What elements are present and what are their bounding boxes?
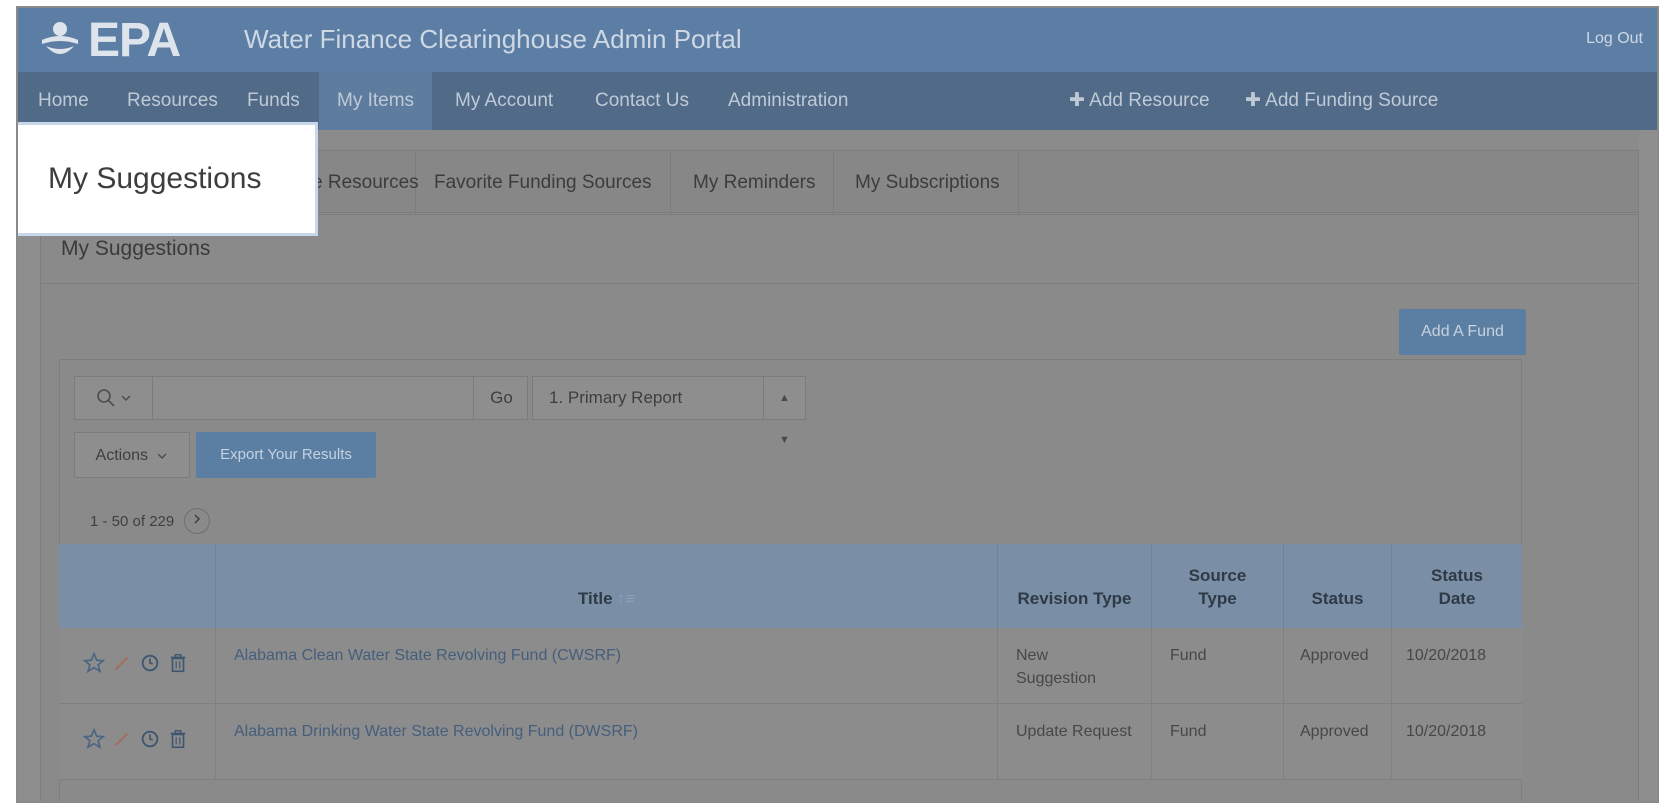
table-header: Title ↑≡ Revision Type Source Type Statu… — [59, 544, 1522, 628]
logo-text: EPA — [88, 13, 181, 67]
actions-label: Actions — [95, 447, 148, 464]
search-icon — [96, 389, 115, 407]
tab-favorite-funding-sources[interactable]: Favorite Funding Sources — [416, 151, 671, 214]
col-header-source-type[interactable]: Source Type — [1152, 544, 1284, 628]
col-header-status-date-line1: Status — [1431, 566, 1483, 585]
trash-icon[interactable] — [167, 652, 189, 674]
row-status-date: 10/20/2018 — [1406, 647, 1487, 664]
col-header-revision-type[interactable]: Revision Type — [998, 544, 1152, 628]
pagination-text: 1 - 50 of 229 — [90, 512, 175, 530]
row-status: Approved — [1284, 704, 1392, 780]
interactive-report: Go 1. Primary Report ▲ ▼ Actions Export Y… — [59, 359, 1522, 801]
next-page-button[interactable] — [184, 508, 211, 534]
chevron-down-icon — [157, 453, 167, 459]
col-header-status-date-line2: Date — [1438, 589, 1476, 608]
app-title: Water Finance Clearinghouse Admin Portal — [244, 24, 742, 54]
epa-flower-icon — [42, 22, 78, 54]
tab-my-reminders[interactable]: My Reminders — [675, 151, 835, 214]
suggestions-region: My Suggestions Add A Fund Go 1. Primary … — [40, 214, 1639, 801]
trash-icon[interactable] — [167, 728, 189, 750]
search-column-selector[interactable] — [75, 377, 153, 419]
highlighted-tab-label: My Suggestions — [48, 162, 262, 195]
table-row: Alabama Drinking Water State Revolving F… — [59, 704, 1522, 780]
col-header-actions — [59, 544, 216, 628]
col-header-title[interactable]: Title ↑≡ — [216, 544, 998, 628]
row-actions — [59, 628, 216, 704]
report-select[interactable]: 1. Primary Report ▲ ▼ — [532, 376, 806, 446]
nav-item-my-items[interactable]: My Items — [319, 72, 433, 130]
add-fund-button[interactable]: Add A Fund — [1399, 309, 1526, 355]
col-header-source-type-line2: Type — [1198, 589, 1237, 608]
row-title-link[interactable]: Alabama Drinking Water State Revolving F… — [216, 704, 998, 780]
nav-item-administration[interactable]: Administration — [728, 72, 848, 130]
row-revision-type-line2: Suggestion — [1016, 670, 1097, 687]
go-button[interactable]: Go — [473, 377, 529, 419]
row-source-type: Fund — [1152, 704, 1284, 780]
actions-menu-button[interactable]: Actions — [74, 432, 190, 478]
pencil-icon[interactable] — [111, 652, 133, 674]
row-source-type: Fund — [1152, 628, 1284, 704]
row-revision-type-line1: Update Request — [1016, 723, 1132, 740]
pencil-icon[interactable] — [111, 728, 133, 750]
add-funding-source-link[interactable]: ✚ Add Funding Source — [1245, 72, 1438, 130]
table-row: Alabama Clean Water State Revolving Fund… — [59, 628, 1522, 704]
row-status-date: 10/20/2018 — [1406, 723, 1487, 740]
sort-icon: ↑≡ — [616, 589, 636, 608]
nav-item-contact-us[interactable]: Contact Us — [595, 72, 689, 130]
region-title: My Suggestions — [61, 237, 211, 260]
row-revision-type: Update Request — [998, 704, 1152, 780]
chevron-right-icon — [194, 514, 201, 524]
col-header-title-label: Title — [577, 589, 613, 608]
star-icon[interactable] — [83, 728, 105, 750]
top-header: EPA Water Finance Clearinghouse Admin Po… — [18, 8, 1657, 72]
add-resource-link[interactable]: ✚ Add Resource — [1069, 72, 1210, 130]
row-status: Approved — [1284, 628, 1392, 704]
row-revision-type: New Suggestion — [998, 628, 1152, 704]
pagination: 1 - 50 of 229 — [90, 508, 211, 534]
logout-link[interactable]: Log Out — [1586, 30, 1643, 48]
epa-logo[interactable]: EPA — [38, 12, 181, 68]
clock-icon[interactable] — [139, 728, 161, 750]
select-arrows-icon: ▲ ▼ — [763, 377, 805, 446]
star-icon[interactable] — [83, 652, 105, 674]
clock-icon[interactable] — [139, 652, 161, 674]
chevron-down-icon — [121, 395, 130, 401]
row-actions — [59, 704, 216, 780]
search-field[interactable]: Go — [74, 376, 528, 420]
report-select-value: 1. Primary Report — [549, 388, 683, 407]
col-header-status[interactable]: Status — [1284, 544, 1392, 628]
highlighted-tab-my-suggestions[interactable]: My Suggestions — [18, 122, 318, 236]
nav-item-my-account[interactable]: My Account — [455, 72, 553, 130]
row-title-link[interactable]: Alabama Clean Water State Revolving Fund… — [216, 628, 998, 704]
row-revision-type-line1: New — [1016, 647, 1049, 664]
col-header-source-type-line1: Source — [1188, 566, 1247, 585]
col-header-status-date[interactable]: Status Date — [1392, 544, 1522, 628]
export-results-button[interactable]: Export Your Results — [196, 432, 376, 478]
app-frame: EPA Water Finance Clearinghouse Admin Po… — [16, 6, 1659, 803]
region-divider — [41, 283, 1638, 284]
tab-my-subscriptions[interactable]: My Subscriptions — [837, 151, 1019, 214]
